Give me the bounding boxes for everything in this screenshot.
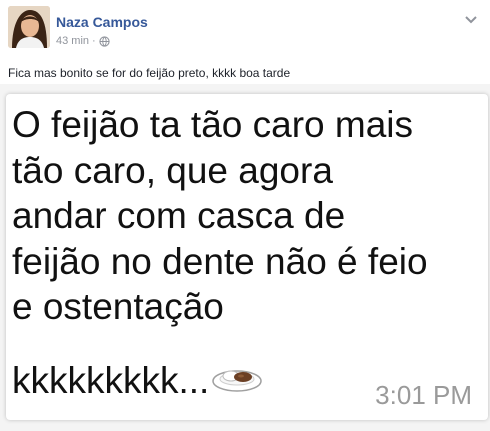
post-time[interactable]: 43 min <box>56 35 89 47</box>
avatar[interactable] <box>8 6 50 48</box>
message-bubble: O feijão ta tão caro mais tão caro, que … <box>6 94 488 420</box>
author-name[interactable]: Naza Campos <box>56 14 148 30</box>
laugh-line: kkkkkkkkk... <box>12 358 263 403</box>
message-timestamp: 3:01 PM <box>375 380 472 410</box>
message-text: O feijão ta tão caro mais tão caro, que … <box>12 104 428 327</box>
post-meta: 43 min · <box>56 35 110 47</box>
meta-separator: · <box>92 35 96 47</box>
chevron-down-icon[interactable] <box>464 12 478 24</box>
rice-and-beans-plate-icon <box>211 358 263 403</box>
laugh-text: kkkkkkkkk... <box>12 360 210 401</box>
globe-icon[interactable] <box>99 35 110 47</box>
post-image[interactable]: O feijão ta tão caro mais tão caro, que … <box>0 84 490 431</box>
post-header: Naza Campos 43 min · <box>8 6 484 52</box>
post-caption: Fica mas bonito se for do feijão preto, … <box>8 66 291 80</box>
